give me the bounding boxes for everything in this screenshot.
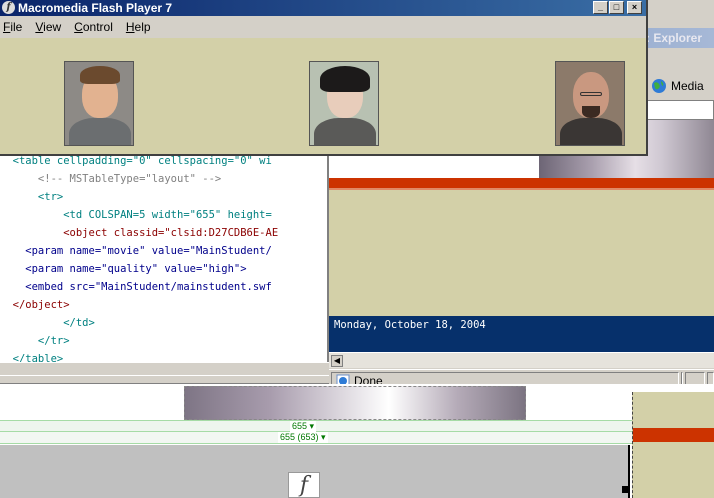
date-text: Monday, October 18, 2004: [334, 319, 486, 331]
menu-view[interactable]: View: [35, 20, 61, 34]
code-line: <td COLSPAN=5 width="655" height=: [0, 209, 272, 221]
flash-object-icon[interactable]: f: [288, 472, 320, 498]
code-line: </td>: [0, 317, 95, 329]
browser-title: : Explorer: [645, 31, 702, 45]
media-label: Media: [671, 79, 704, 93]
design-banner-photo[interactable]: [184, 386, 526, 420]
horizontal-scrollbar[interactable]: ◀: [329, 352, 714, 368]
flash-player-window: f Macromedia Flash Player 7 _ □ × File V…: [0, 0, 648, 156]
menu-bar: File View Control Help: [0, 17, 646, 37]
menu-control[interactable]: Control: [74, 20, 113, 34]
code-line: <!-- MSTableType="layout" -->: [0, 173, 222, 185]
menu-help[interactable]: Help: [126, 20, 151, 34]
accent-bar: [329, 178, 714, 190]
desktop: <table cellpadding="0" cellspacing="0" w…: [0, 0, 714, 498]
code-line: </object>: [0, 299, 70, 311]
flash-logo-icon: f: [2, 1, 15, 14]
code-line: </tr>: [0, 335, 70, 347]
photo-hair: [320, 66, 370, 92]
code-line: <tr>: [0, 191, 64, 203]
table-width-ruler-detail[interactable]: 655 (653) ▾: [0, 432, 632, 444]
code-line: <param name="quality" value="high">: [0, 263, 247, 275]
student-photo-3[interactable]: [555, 61, 625, 146]
photo-body: [69, 118, 131, 145]
design-view[interactable]: 655 ▾ 655 (653) ▾ f: [0, 384, 714, 498]
table-width-label[interactable]: 655 ▾: [290, 421, 317, 432]
student-photo-2[interactable]: [309, 61, 379, 146]
photo-goatee: [582, 106, 600, 118]
menu-file[interactable]: File: [3, 20, 22, 34]
minimize-button[interactable]: _: [593, 1, 608, 14]
code-line: <embed src="MainStudent/mainstudent.swf: [0, 281, 272, 293]
table-width-ruler[interactable]: 655 ▾: [0, 420, 632, 432]
resize-handle[interactable]: [622, 486, 629, 493]
table-width-detail-label[interactable]: 655 (653) ▾: [278, 432, 328, 443]
date-bar: Monday, October 18, 2004: [329, 316, 714, 352]
globe-icon: [652, 79, 666, 93]
code-lines[interactable]: <table cellpadding="0" cellspacing="0" w…: [0, 152, 327, 362]
photo-body: [314, 118, 376, 145]
window-title: Macromedia Flash Player 7: [18, 1, 173, 15]
design-accent-bar: [633, 428, 714, 442]
code-editor[interactable]: <table cellpadding="0" cellspacing="0" w…: [0, 150, 329, 362]
media-button[interactable]: Media: [651, 78, 704, 94]
photo-hair: [80, 66, 120, 84]
photo-body: [560, 118, 622, 145]
code-line: <table cellpadding="0" cellspacing="0" w…: [0, 155, 272, 167]
code-line: <object classid="clsid:D27CDB6E-AE: [0, 227, 279, 239]
flash-title-bar[interactable]: f Macromedia Flash Player 7 _ □ ×: [0, 0, 646, 16]
scroll-left-icon[interactable]: ◀: [331, 355, 343, 367]
maximize-button[interactable]: □: [609, 1, 624, 14]
design-side-cell[interactable]: [632, 392, 714, 498]
code-line: </table>: [0, 353, 64, 362]
close-button[interactable]: ×: [627, 1, 642, 14]
photo-glasses: [580, 92, 602, 96]
student-photo-1[interactable]: [64, 61, 134, 146]
code-line: <param name="movie" value="MainStudent/: [0, 245, 272, 257]
flash-stage[interactable]: [0, 38, 646, 154]
pane-splitter[interactable]: [0, 375, 329, 381]
